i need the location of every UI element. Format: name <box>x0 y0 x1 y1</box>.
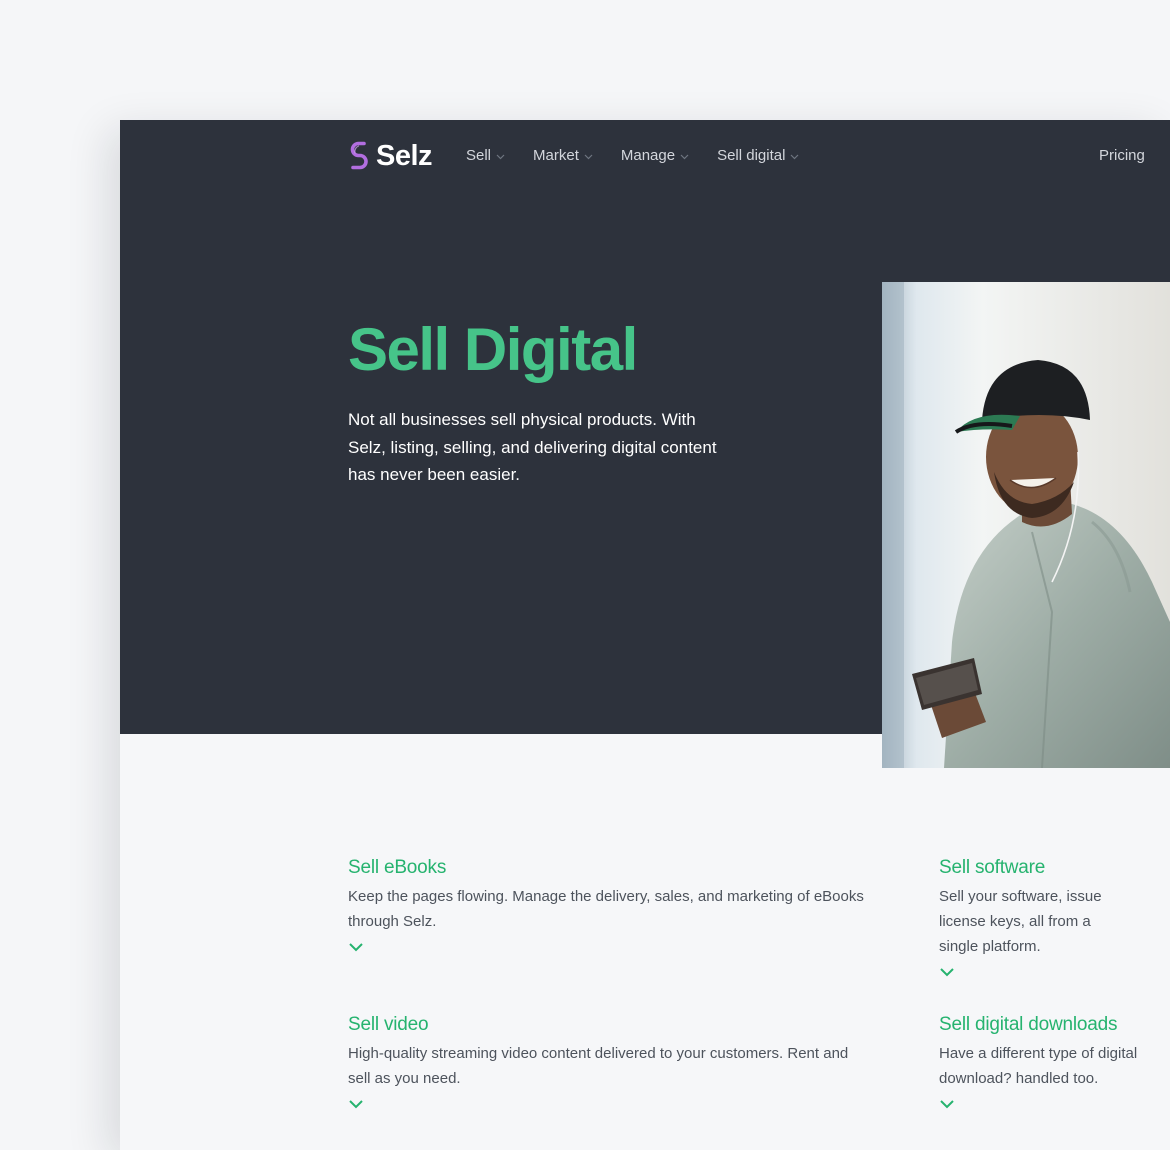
chevron-down-icon[interactable] <box>939 964 1170 982</box>
chevron-down-icon[interactable] <box>348 939 868 957</box>
hero-photo <box>882 282 1170 768</box>
chevron-down-icon[interactable] <box>939 1096 1170 1114</box>
nav-item-pricing[interactable]: Pricing <box>1099 146 1145 166</box>
chevron-down-icon <box>584 146 593 166</box>
feature-sell-software: Sell software Sell your software, issue … <box>939 856 1170 982</box>
feature-title: Sell video <box>348 1014 429 1035</box>
chevron-down-icon <box>790 146 799 166</box>
feature-title: Sell digital downloads <box>939 1014 1118 1035</box>
page-frame: Selz Sell Market Manage Sell digital Pri… <box>120 120 1170 1150</box>
feature-title: Sell eBooks <box>348 857 447 878</box>
nav-item-market[interactable]: Market <box>533 146 593 166</box>
feature-sell-digital-downloads: Sell digital downloads Have a different … <box>939 1013 1170 1114</box>
feature-sell-ebooks: Sell eBooks Keep the pages flowing. Mana… <box>348 856 868 957</box>
nav-item-label: Market <box>533 147 579 164</box>
feature-description: Keep the pages flowing. Manage the deliv… <box>348 888 864 930</box>
feature-description: Sell your software, issue license keys, … <box>939 888 1102 955</box>
chevron-down-icon[interactable] <box>348 1096 868 1114</box>
main-nav: Sell Market Manage Sell digital <box>466 146 827 166</box>
logo-text: Selz <box>376 140 433 172</box>
feature-title: Sell software <box>939 857 1046 878</box>
nav-item-label: Sell <box>466 147 492 164</box>
nav-item-sell-digital[interactable]: Sell digital <box>717 146 799 166</box>
hero-title: Sell Digital <box>348 316 638 383</box>
chevron-down-icon <box>496 146 505 166</box>
nav-item-manage[interactable]: Manage <box>621 146 689 166</box>
selz-logo-icon <box>348 140 370 172</box>
nav-item-sell[interactable]: Sell <box>466 146 505 166</box>
feature-description: Have a different type of digital downloa… <box>939 1045 1138 1087</box>
nav-item-label: Sell digital <box>717 147 786 164</box>
nav-item-label: Manage <box>620 147 676 164</box>
feature-sell-video: Sell video High-quality streaming video … <box>348 1013 868 1114</box>
hero-description: Not all businesses sell physical product… <box>348 410 717 484</box>
feature-description: High-quality streaming video content del… <box>348 1045 849 1087</box>
chevron-down-icon <box>680 146 689 166</box>
logo[interactable]: Selz <box>348 140 433 172</box>
